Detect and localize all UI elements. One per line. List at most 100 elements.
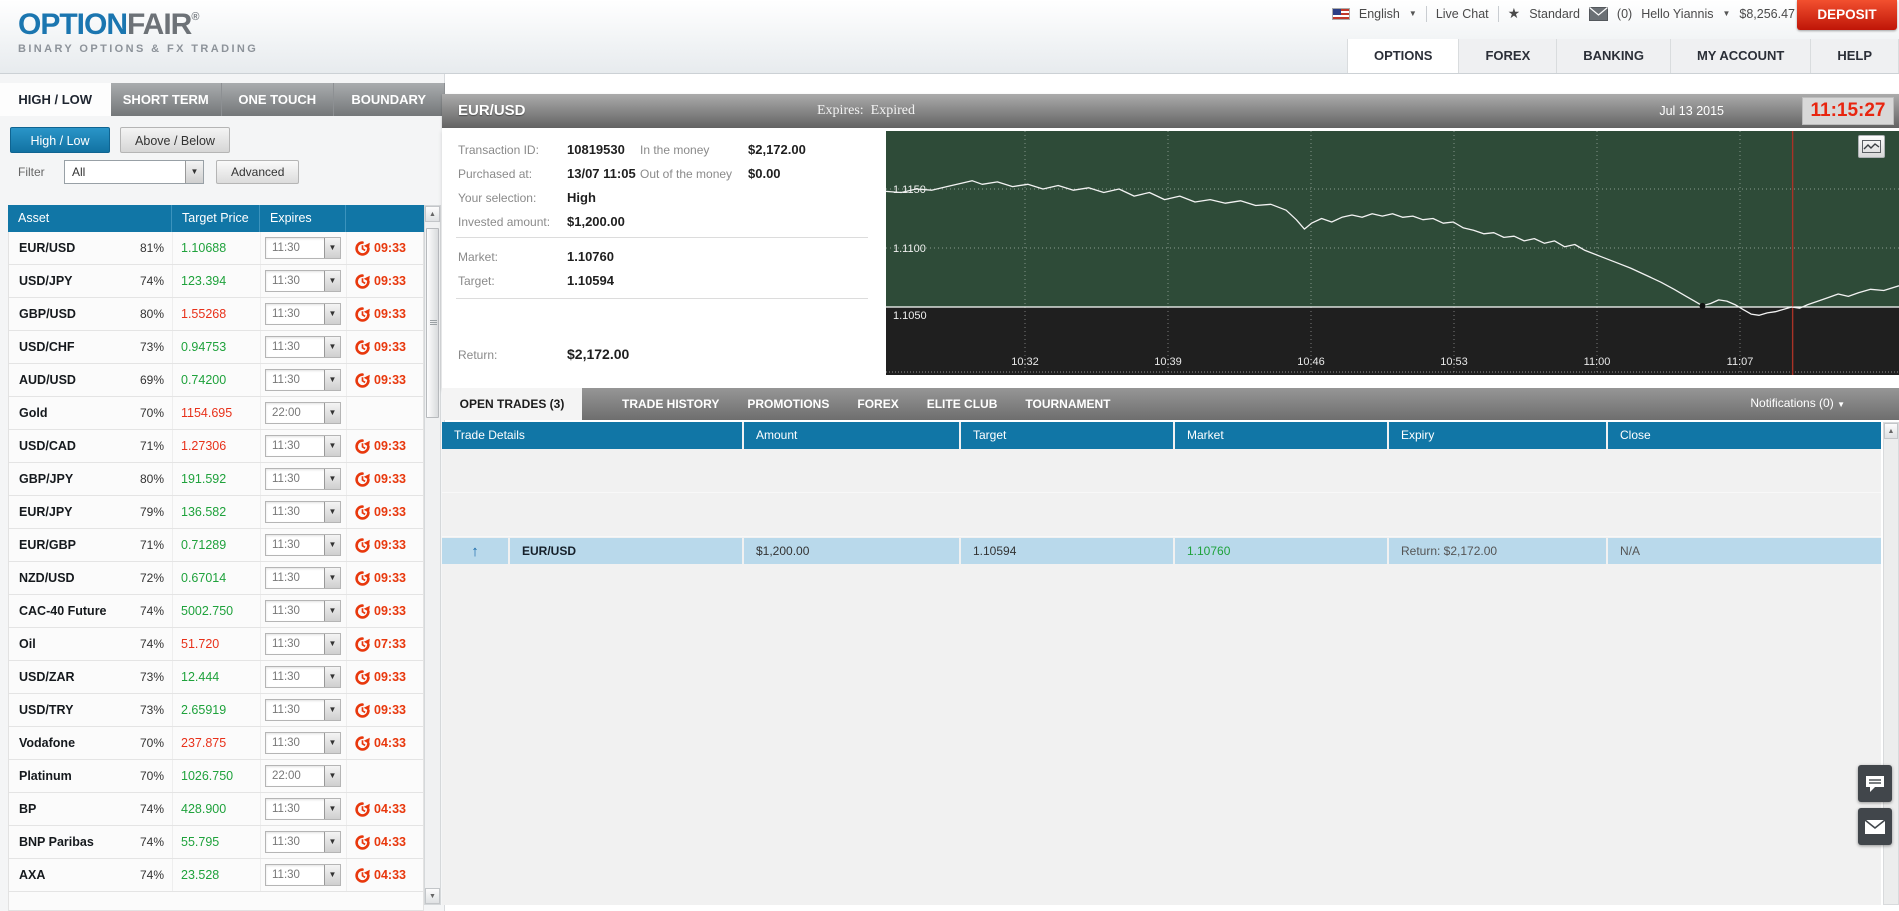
expiry-select[interactable]: 11:30 ▼ — [265, 435, 341, 457]
asset-row[interactable]: CAC-40 Future 74% 5002.750 11:30 ▼ 09:33 — [9, 595, 423, 628]
expiry-select[interactable]: 11:30 ▼ — [265, 798, 341, 820]
live-chat-link[interactable]: Live Chat — [1436, 7, 1489, 21]
asset-row[interactable]: Oil 74% 51.720 11:30 ▼ 07:33 — [9, 628, 423, 661]
transaction-id-label: Transaction ID: — [458, 143, 539, 157]
asset-row[interactable]: GBP/JPY 80% 191.592 11:30 ▼ 09:33 — [9, 463, 423, 496]
asset-row[interactable]: Vodafone 70% 237.875 11:30 ▼ 04:33 — [9, 727, 423, 760]
scroll-up-icon[interactable]: ▲ — [1884, 423, 1898, 439]
countdown-timer: 04:33 — [347, 868, 406, 883]
open-trade-row[interactable]: ↑ EUR/USD $1,200.00 1.10594 1.10760 Retu… — [442, 538, 1881, 564]
asset-payout: 70% — [140, 406, 172, 420]
expiry-select[interactable]: 11:30 ▼ — [265, 831, 341, 853]
tab-promotions[interactable]: PROMOTIONS — [747, 397, 829, 411]
expiry-select-value: 11:30 — [266, 737, 324, 749]
nav-tab-options[interactable]: OPTIONS — [1347, 39, 1459, 73]
asset-target-price: 1026.750 — [173, 769, 233, 783]
dropdown-arrow-icon: ▼ — [324, 865, 340, 885]
nav-tab-banking[interactable]: BANKING — [1556, 39, 1670, 73]
deposit-button[interactable]: DEPOSIT — [1797, 0, 1897, 30]
expiry-select[interactable]: 22:00 ▼ — [265, 765, 341, 787]
tab-one-touch[interactable]: ONE TOUCH — [222, 83, 334, 116]
asset-row[interactable]: AUD/USD 69% 0.74200 11:30 ▼ 09:33 — [9, 364, 423, 397]
expiry-select[interactable]: 11:30 ▼ — [265, 633, 341, 655]
asset-row[interactable]: BP 74% 428.900 11:30 ▼ 04:33 — [9, 793, 423, 826]
contact-mail-float-button[interactable] — [1858, 808, 1892, 845]
asset-row[interactable]: GBP/USD 80% 1.55268 11:30 ▼ 09:33 — [9, 298, 423, 331]
expiry-select[interactable]: 11:30 ▼ — [265, 270, 341, 292]
tab-elite-club[interactable]: ELITE CLUB — [927, 397, 998, 411]
asset-payout: 80% — [140, 472, 172, 486]
nav-tab-help[interactable]: HELP — [1810, 39, 1899, 73]
chevron-down-icon: ▼ — [1409, 9, 1417, 18]
asset-row[interactable]: AXA 74% 23.528 11:30 ▼ 04:33 — [9, 859, 423, 892]
mail-icon[interactable] — [1589, 7, 1608, 21]
expiry-select[interactable]: 11:30 ▼ — [265, 666, 341, 688]
tab-forex[interactable]: FOREX — [857, 397, 898, 411]
tab-boundary[interactable]: BOUNDARY — [334, 83, 446, 116]
scrollbar-thumb[interactable] — [426, 228, 439, 418]
expiry-select[interactable]: 11:30 ▼ — [265, 699, 341, 721]
asset-row[interactable]: USD/TRY 73% 2.65919 11:30 ▼ 09:33 — [9, 694, 423, 727]
countdown-timer: 09:33 — [347, 307, 406, 322]
chart-canvas[interactable]: 1.11501.11001.105010:3210:3910:4610:5311… — [886, 131, 1899, 375]
asset-row[interactable]: EUR/JPY 79% 136.582 11:30 ▼ 09:33 — [9, 496, 423, 529]
scroll-up-icon[interactable]: ▲ — [425, 206, 440, 222]
asset-row[interactable]: Platinum 70% 1026.750 22:00 ▼ — [9, 760, 423, 793]
asset-row[interactable]: EUR/GBP 71% 0.71289 11:30 ▼ 09:33 — [9, 529, 423, 562]
filter-select[interactable]: All ▼ — [64, 160, 204, 184]
dropdown-arrow-icon[interactable]: ▼ — [185, 161, 203, 183]
asset-row[interactable]: USD/CAD 71% 1.27306 11:30 ▼ 09:33 — [9, 430, 423, 463]
tab-open-trades[interactable]: OPEN TRADES (3) — [442, 388, 582, 420]
scroll-down-icon[interactable]: ▼ — [425, 888, 440, 904]
asset-target-price: 23.528 — [173, 868, 219, 882]
expiry-select[interactable]: 11:30 ▼ — [265, 732, 341, 754]
expiry-select[interactable]: 11:30 ▼ — [265, 237, 341, 259]
expiry-select[interactable]: 11:30 ▼ — [265, 534, 341, 556]
nav-tab-forex[interactable]: FOREX — [1458, 39, 1556, 73]
mode-above-below-button[interactable]: Above / Below — [120, 127, 230, 153]
notifications-toggle[interactable]: Notifications (0) ▼ — [1750, 396, 1845, 410]
chart-type-button[interactable] — [1858, 135, 1885, 158]
mail-count[interactable]: (0) — [1617, 7, 1632, 21]
expiry-select[interactable]: 11:30 ▼ — [265, 468, 341, 490]
asset-payout: 81% — [140, 241, 172, 255]
registered-mark: ® — [191, 11, 198, 23]
asset-row[interactable]: Gold 70% 1154.695 22:00 ▼ — [9, 397, 423, 430]
language-selector[interactable]: English — [1359, 7, 1400, 21]
asset-payout: 71% — [140, 538, 172, 552]
countdown-clock-icon — [355, 868, 370, 883]
expiry-select[interactable]: 11:30 ▼ — [265, 501, 341, 523]
asset-row[interactable]: NZD/USD 72% 0.67014 11:30 ▼ 09:33 — [9, 562, 423, 595]
live-chat-float-button[interactable] — [1858, 765, 1892, 802]
expiry-select[interactable]: 11:30 ▼ — [265, 369, 341, 391]
countdown-clock-icon — [355, 472, 370, 487]
in-the-money-value: $2,172.00 — [748, 142, 806, 157]
expiry-select[interactable]: 11:30 ▼ — [265, 567, 341, 589]
brand-logo: OPTIONFAIR® BINARY OPTIONS & FX TRADING — [18, 10, 258, 55]
target-label: Target: — [458, 274, 495, 288]
tab-short-term[interactable]: SHORT TERM — [111, 83, 223, 116]
mode-high-low-button[interactable]: High / Low — [10, 127, 110, 153]
asset-row[interactable]: USD/JPY 74% 123.394 11:30 ▼ 09:33 — [9, 265, 423, 298]
countdown-timer: 09:33 — [347, 340, 406, 355]
tab-tournament[interactable]: TOURNAMENT — [1025, 397, 1110, 411]
expiry-status: Expires: Expired — [817, 103, 915, 119]
sidebar-scrollbar[interactable]: ▲ ▼ — [424, 205, 441, 905]
nav-tab-my-account[interactable]: MY ACCOUNT — [1670, 39, 1810, 73]
expiry-select[interactable]: 22:00 ▼ — [265, 402, 341, 424]
expiry-select[interactable]: 11:30 ▼ — [265, 600, 341, 622]
asset-payout: 80% — [140, 307, 172, 321]
return-label: Return: — [458, 348, 497, 362]
expiry-select[interactable]: 11:30 ▼ — [265, 864, 341, 886]
asset-row[interactable]: EUR/USD 81% 1.10688 11:30 ▼ 09:33 — [9, 232, 423, 265]
advanced-button[interactable]: Advanced — [216, 160, 299, 184]
expiry-select[interactable]: 11:30 ▼ — [265, 336, 341, 358]
asset-row[interactable]: USD/ZAR 73% 12.444 11:30 ▼ 09:33 — [9, 661, 423, 694]
asset-row[interactable]: BNP Paribas 74% 55.795 11:30 ▼ 04:33 — [9, 826, 423, 859]
asset-row[interactable]: USD/CHF 73% 0.94753 11:30 ▼ 09:33 — [9, 331, 423, 364]
tab-high-low[interactable]: HIGH / LOW — [0, 83, 111, 116]
expiry-select[interactable]: 11:30 ▼ — [265, 303, 341, 325]
tab-trade-history[interactable]: TRADE HISTORY — [622, 397, 719, 411]
user-greeting[interactable]: Hello Yiannis — [1641, 7, 1713, 21]
expiry-select-value: 11:30 — [266, 671, 324, 683]
